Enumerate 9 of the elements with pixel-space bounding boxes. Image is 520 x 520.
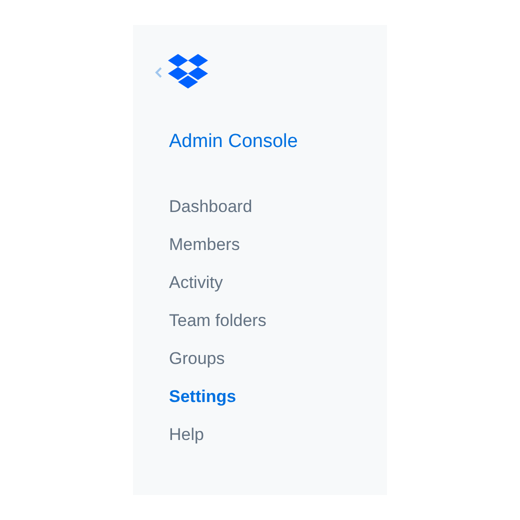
nav-item[interactable]: Members: [169, 235, 240, 254]
nav-item[interactable]: Help: [169, 425, 204, 444]
nav-item[interactable]: Groups: [169, 349, 225, 368]
nav-item[interactable]: Settings: [169, 387, 236, 406]
nav-item[interactable]: Activity: [169, 273, 223, 292]
nav-item[interactable]: Team folders: [169, 311, 266, 330]
console-title: Admin Console: [169, 131, 299, 153]
open-box-logo-icon[interactable]: [168, 54, 208, 89]
nav-item[interactable]: Dashboard: [169, 197, 252, 216]
